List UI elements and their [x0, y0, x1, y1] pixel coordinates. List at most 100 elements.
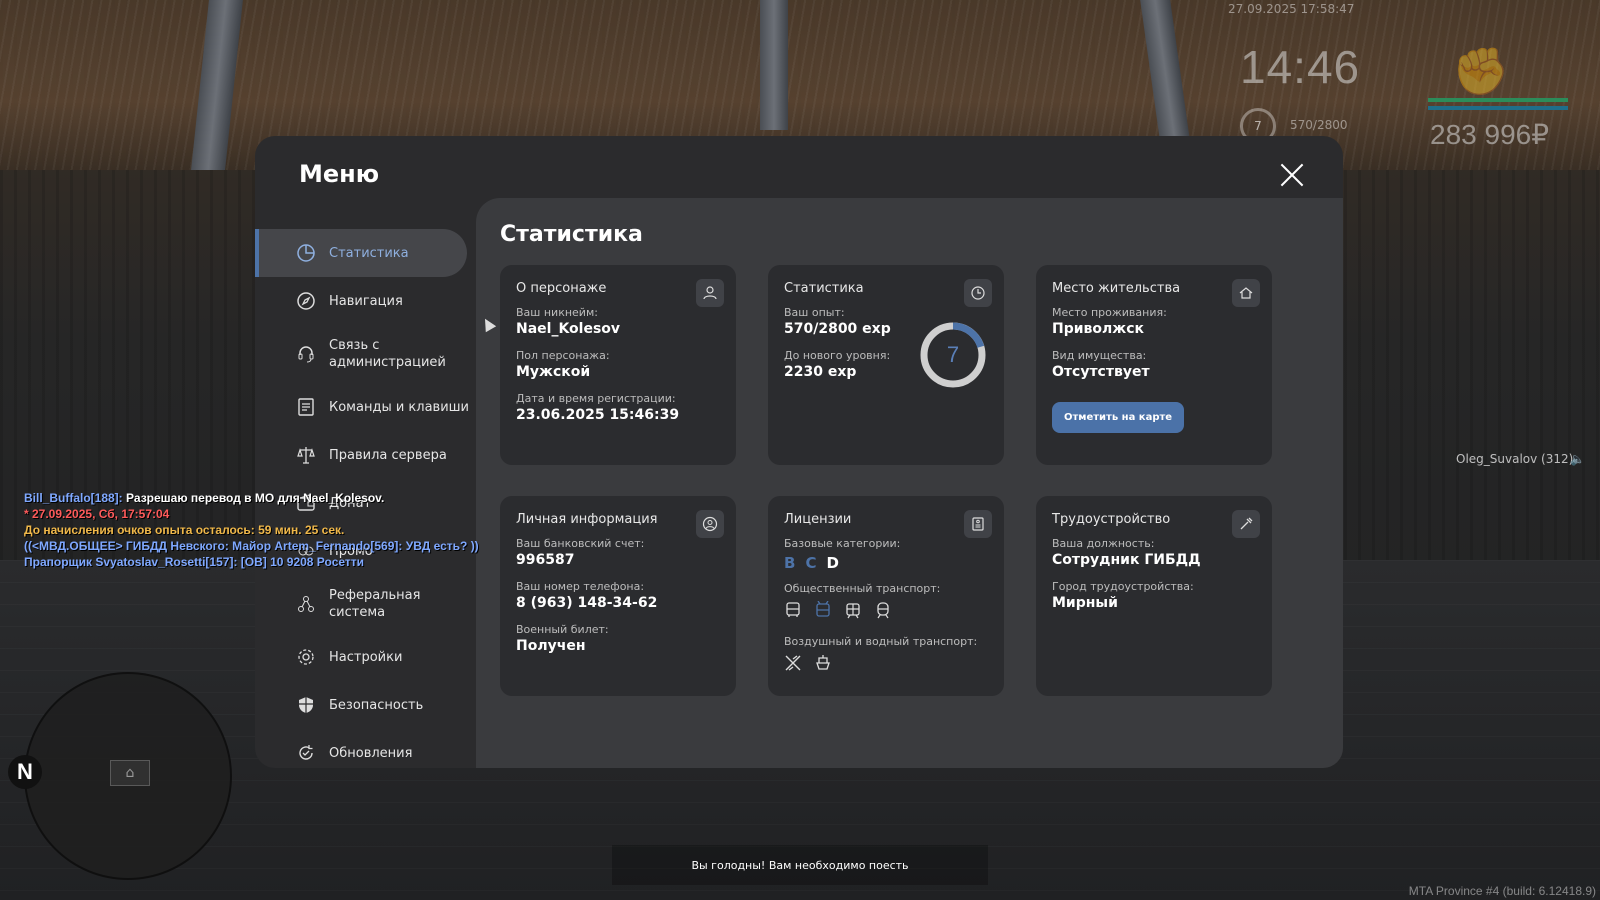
- sidebar-item-label: Настройки: [329, 649, 403, 665]
- user-icon[interactable]: [696, 279, 724, 307]
- personal-info-card: Личная информация Ваш банковский счет: 9…: [500, 496, 736, 696]
- bus-icon: [784, 601, 804, 621]
- headset-icon: [295, 343, 317, 365]
- place-label: Место проживания:: [1052, 306, 1167, 319]
- card-title: О персонаже: [516, 281, 607, 296]
- sidebar-item-label: Команды и клавиши: [329, 399, 470, 415]
- card-title: Трудоустройство: [1052, 512, 1171, 527]
- sidebar-item-navigation[interactable]: Навигация: [255, 277, 475, 325]
- background-beam: [760, 0, 788, 130]
- sidebar-item-commands[interactable]: Команды и клавиши: [255, 383, 475, 431]
- exp-label: Ваш опыт:: [784, 306, 845, 319]
- document-icon[interactable]: [964, 510, 992, 538]
- base-categories-label: Базовые категории:: [784, 537, 901, 550]
- train-icon: [874, 601, 894, 621]
- place-value: Приволжск: [1052, 321, 1145, 337]
- nick-value: Nael_Kolesov: [516, 321, 621, 337]
- air-water-transport-label: Воздушный и водный транспорт:: [784, 635, 978, 648]
- boat-icon: [814, 654, 834, 674]
- chat-line: Прапорщик Svyatoslav_Rosetti[157]: [ОВ] …: [24, 555, 365, 569]
- sidebar-item-rules[interactable]: Правила сервера: [255, 431, 475, 479]
- sidebar-item-statistics[interactable]: Статистика: [255, 229, 467, 277]
- pie-chart-icon: [295, 242, 317, 264]
- north-icon: N: [8, 755, 42, 789]
- bank-label: Ваш банковский счет:: [516, 537, 645, 550]
- close-button[interactable]: [1279, 162, 1305, 188]
- clock-icon[interactable]: [964, 279, 992, 307]
- sidebar-item-label: Реферальная система: [329, 588, 421, 620]
- chat-log: Bill_Buffalo[188]: Разрешаю перевод в МО…: [24, 490, 479, 570]
- residence-card: Место жительства Место проживания: Приво…: [1036, 265, 1272, 465]
- position-label: Ваша должность:: [1052, 537, 1155, 550]
- airplane-icon: [784, 654, 804, 674]
- license-category-d: D: [826, 554, 839, 572]
- card-title: Статистика: [784, 281, 864, 296]
- public-transport-icons: [784, 600, 988, 621]
- gender-label: Пол персонажа:: [516, 349, 610, 362]
- sidebar-item-label: Обновления: [329, 745, 413, 761]
- licenses-card: Лицензии Базовые категории: B C D Общест…: [768, 496, 1004, 696]
- sidebar-item-security[interactable]: Безопасность: [255, 681, 475, 729]
- nick-label: Ваш никнейм:: [516, 306, 598, 319]
- fist-icon: ✊: [1452, 44, 1510, 98]
- armor-bar: [1428, 106, 1568, 110]
- tram-icon: [844, 601, 864, 621]
- job-city-value: Мирный: [1052, 595, 1118, 611]
- bank-value: 996587: [516, 552, 575, 568]
- gender-value: Мужской: [516, 364, 591, 380]
- sidebar-item-updates[interactable]: Обновления: [255, 729, 475, 768]
- sidebar-item-label: Навигация: [329, 293, 403, 309]
- air-water-transport-icons: [784, 654, 988, 674]
- menu-modal: Меню Статистика Навигация Связь с админи…: [255, 136, 1343, 768]
- sidebar-item-label: Правила сервера: [329, 447, 447, 463]
- stats-card: Статистика Ваш опыт: 570/2800 exp До нов…: [768, 265, 1004, 465]
- hud-clock: 14:46: [1240, 41, 1361, 93]
- gear-icon: [295, 646, 317, 668]
- health-bar: [1428, 98, 1568, 102]
- license-category-c: C: [805, 554, 817, 572]
- military-label: Военный билет:: [516, 623, 609, 636]
- scales-icon: [295, 444, 317, 466]
- list-icon: [295, 396, 317, 418]
- build-info: MTA Province #4 (build: 6.12418.9): [1408, 884, 1596, 898]
- voice-player-name: Oleg_Suvalov (312): [1456, 452, 1574, 466]
- military-value: Получен: [516, 638, 586, 654]
- hunger-notification: Вы голодны! Вам необходимо поесть: [612, 845, 988, 885]
- sidebar-item-admin-contact[interactable]: Связь с администрацией: [255, 325, 475, 383]
- license-categories: B C D: [784, 554, 988, 572]
- position-value: Сотрудник ГИБДД: [1052, 552, 1201, 568]
- chat-line: ((<МВД.ОБЩЕЕ> ГИБДД Невского: Майор Arte…: [24, 539, 479, 553]
- hud-money: 283 996₽: [1430, 119, 1550, 150]
- user-circle-icon[interactable]: [696, 510, 724, 538]
- network-icon: [295, 593, 317, 615]
- card-title: Лицензии: [784, 512, 852, 527]
- shield-icon: [295, 694, 317, 716]
- chat-sender: Bill_Buffalo[188]:: [24, 491, 123, 505]
- property-value: Отсутствует: [1052, 364, 1150, 380]
- sidebar-item-settings[interactable]: Настройки: [255, 633, 475, 681]
- job-city-label: Город трудоустройства:: [1052, 580, 1194, 593]
- employment-card: Трудоустройство Ваша должность: Сотрудни…: [1036, 496, 1272, 696]
- speaker-icon: 🔈: [1570, 452, 1585, 466]
- player-marker-icon: ⌂: [110, 760, 150, 786]
- phone-value: 8 (963) 148-34-62: [516, 595, 658, 611]
- sidebar-item-label: Статистика: [329, 245, 409, 261]
- house-icon[interactable]: [1232, 279, 1260, 307]
- hud-datetime: 27.09.2025 17:58:47: [1228, 2, 1355, 16]
- card-title: Личная информация: [516, 512, 658, 527]
- phone-label: Ваш номер телефона:: [516, 580, 645, 593]
- trolleybus-icon: [814, 600, 834, 621]
- chat-text: Разрешаю перевод в МО для Nael_Kolesov.: [122, 491, 385, 505]
- chat-line: До начисления очков опыта осталось: 59 м…: [24, 523, 345, 537]
- sidebar-item-label: Безопасность: [329, 697, 424, 713]
- sidebar-item-referral[interactable]: Реферальная система: [255, 575, 475, 633]
- level-progress-ring: 7: [918, 320, 988, 390]
- character-card: О персонаже Ваш никнейм: Nael_Kolesov По…: [500, 265, 736, 465]
- refresh-icon: [295, 742, 317, 764]
- content-title: Статистика: [500, 222, 643, 247]
- reg-label: Дата и время регистрации:: [516, 392, 676, 405]
- tools-icon[interactable]: [1232, 510, 1260, 538]
- mark-on-map-button[interactable]: Отметить на карте: [1052, 402, 1185, 433]
- sidebar-item-label: Связь с администрацией: [329, 338, 446, 370]
- license-category-b: B: [784, 554, 796, 572]
